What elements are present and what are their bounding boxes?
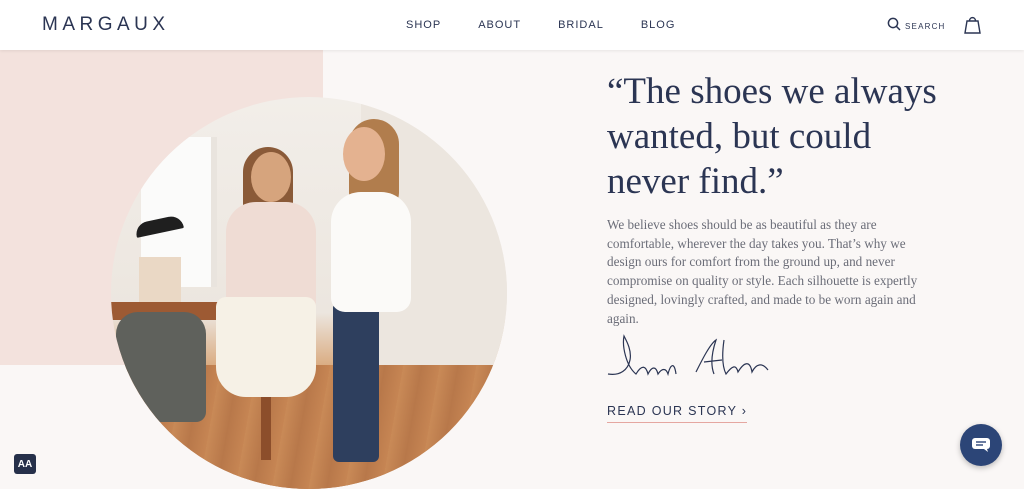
read-our-story-link[interactable]: READ OUR STORY › [607, 404, 748, 423]
search-icon [887, 17, 901, 31]
nav-shop[interactable]: SHOP [406, 19, 441, 31]
search-button[interactable]: SEARCH [887, 17, 946, 31]
founders-photo [111, 97, 507, 489]
search-label: SEARCH [905, 21, 946, 31]
chat-button[interactable] [960, 424, 1002, 466]
main-nav: SHOP ABOUT BRIDAL BLOG [406, 19, 712, 31]
brand-logo[interactable]: MARGAUX [42, 14, 170, 36]
shopping-bag-icon[interactable] [964, 15, 981, 34]
founders-signature [607, 334, 769, 377]
nav-about[interactable]: ABOUT [478, 19, 521, 31]
nav-blog[interactable]: BLOG [641, 19, 676, 31]
hero-body-text: We believe shoes should be as beautiful … [607, 217, 918, 326]
nav-bridal[interactable]: BRIDAL [558, 19, 604, 31]
accessibility-button[interactable]: AA [14, 454, 36, 474]
site-header: MARGAUX SHOP ABOUT BRIDAL BLOG SEARCH [0, 0, 1024, 50]
hero-quote: “The shoes we always wanted, but could n… [607, 71, 937, 202]
chat-icon [972, 438, 990, 452]
